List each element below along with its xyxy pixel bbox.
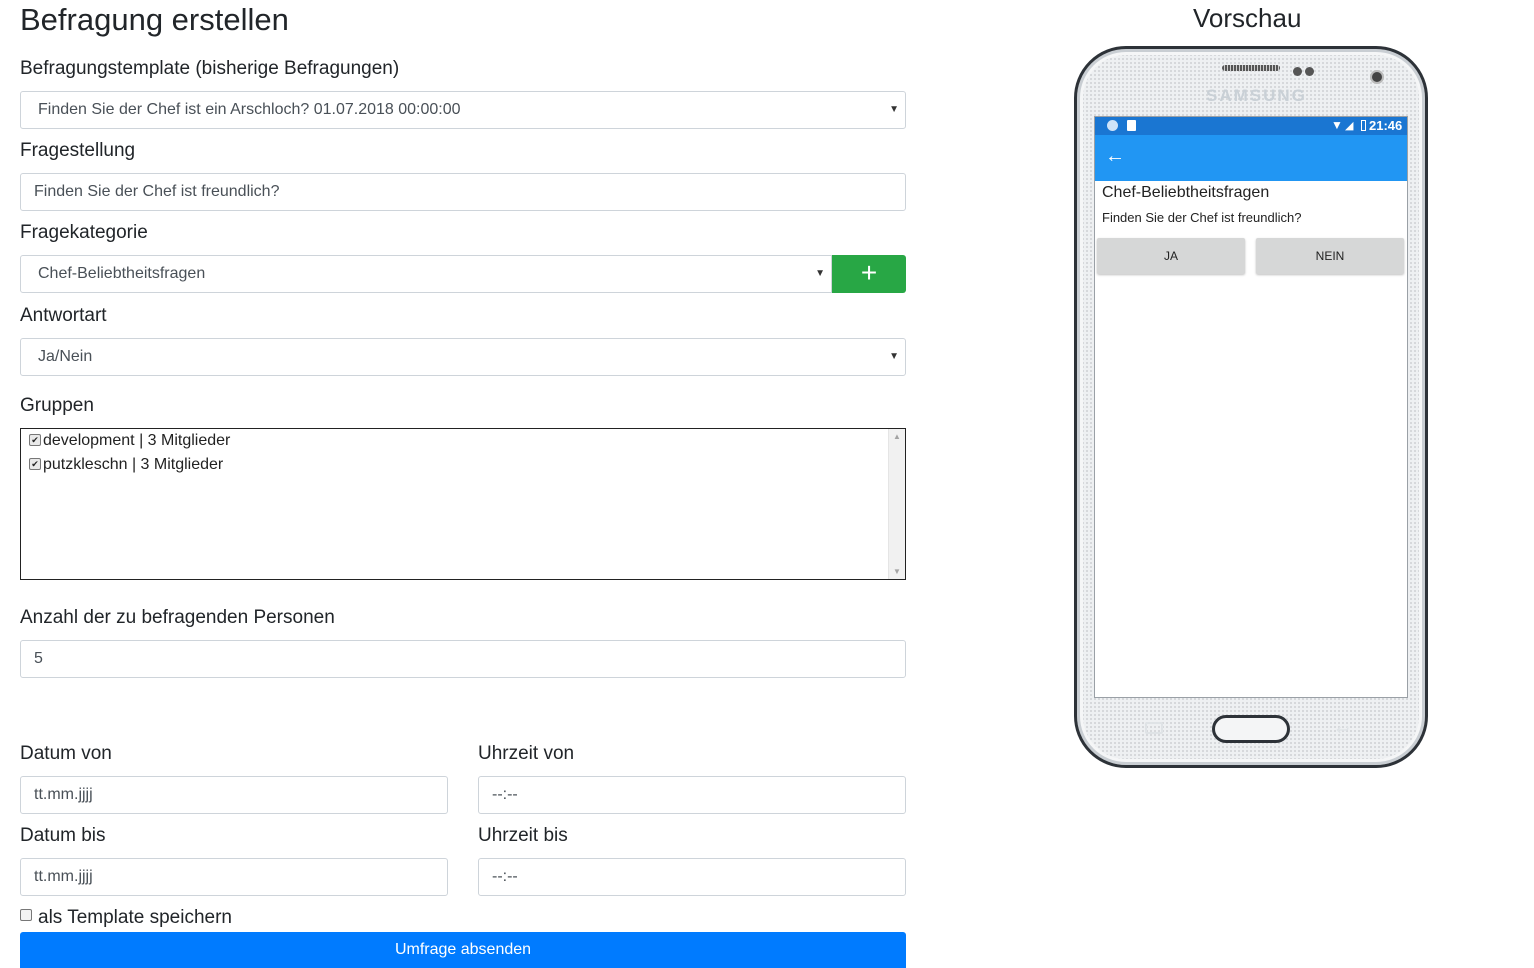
phone-status-bar: ▼ ◢ 21:46: [1095, 117, 1407, 135]
save-template-row[interactable]: als Template speichern: [20, 907, 232, 929]
group-label: development | 3 Mitglieder: [43, 432, 231, 449]
notification-icon: [1107, 120, 1118, 131]
preview-no-button[interactable]: NEIN: [1256, 238, 1404, 274]
add-category-button[interactable]: +: [832, 255, 906, 293]
date-to-label: Datum bis: [20, 825, 106, 846]
chevron-down-icon: ▼: [889, 104, 899, 115]
groups-label: Gruppen: [20, 395, 94, 416]
preview-title: Vorschau: [1193, 3, 1302, 33]
answer-type-select[interactable]: Ja/Nein ▼: [20, 338, 906, 376]
template-label: Befragungstemplate (bisherige Befragunge…: [20, 58, 400, 79]
speaker-icon: [1222, 65, 1280, 71]
time-from-placeholder: --:--: [492, 786, 518, 803]
template-select-value: Finden Sie der Chef ist ein Arschloch? 0…: [38, 101, 461, 118]
list-item[interactable]: ✔ putzkleschn | 3 Mitglieder: [29, 455, 223, 475]
phone-app-bar: ←: [1095, 135, 1407, 181]
time-to-placeholder: --:--: [492, 868, 518, 885]
preview-category: Chef-Beliebtheitsfragen: [1102, 184, 1270, 201]
battery-icon: [1361, 120, 1366, 131]
category-select[interactable]: Chef-Beliebtheitsfragen ▼: [20, 255, 832, 293]
persons-input-value: 5: [34, 650, 43, 667]
wifi-icon: ▼: [1331, 118, 1343, 132]
scrollbar[interactable]: ▲ ▼: [888, 429, 905, 579]
preview-yes-button[interactable]: JA: [1097, 238, 1245, 274]
persons-input[interactable]: 5: [20, 640, 906, 678]
chevron-down-icon: ▼: [815, 268, 825, 279]
sd-card-icon: [1127, 120, 1136, 131]
plus-icon: +: [860, 257, 878, 288]
groups-list[interactable]: ✔ development | 3 Mitglieder ✔ putzkleschn…: [20, 428, 906, 580]
time-to-input[interactable]: --:--: [478, 858, 906, 896]
submit-button[interactable]: Umfrage absenden: [20, 932, 906, 968]
time-to-label: Uhrzeit bis: [478, 825, 568, 846]
date-from-input[interactable]: tt.mm.jjjj: [20, 776, 448, 814]
list-item[interactable]: ✔ development | 3 Mitglieder: [29, 431, 230, 451]
status-time: 21:46: [1369, 118, 1403, 133]
time-from-label: Uhrzeit von: [478, 743, 575, 764]
group-label: putzkleschn | 3 Mitglieder: [43, 456, 224, 473]
question-input-value: Finden Sie der Chef ist freundlich?: [34, 183, 280, 200]
date-to-input[interactable]: tt.mm.jjjj: [20, 858, 448, 896]
answer-type-label: Antwortart: [20, 305, 107, 326]
question-input[interactable]: Finden Sie der Chef ist freundlich?: [20, 173, 906, 211]
category-select-value: Chef-Beliebtheitsfragen: [38, 265, 206, 282]
date-to-placeholder: tt.mm.jjjj: [34, 868, 93, 885]
camera-icon: [1372, 72, 1382, 82]
category-label: Fragekategorie: [20, 222, 148, 243]
back-arrow-icon[interactable]: ←: [1105, 145, 1125, 168]
sensor-icon: [1305, 67, 1314, 76]
scroll-up-icon[interactable]: ▲: [889, 432, 905, 441]
sensor-icon: [1293, 67, 1302, 76]
preview-question: Finden Sie der Chef ist freundlich?: [1102, 210, 1302, 225]
phone-screen: ▼ ◢ 21:46 ← Chef-Beliebtheitsfragen Find…: [1094, 116, 1408, 698]
back-icon[interactable]: ↩: [1336, 720, 1349, 740]
group-checkbox[interactable]: ✔: [29, 458, 41, 470]
brand-logo: SAMSUNG: [1206, 86, 1307, 105]
signal-icon: ◢: [1345, 120, 1354, 132]
save-template-label: als Template speichern: [38, 907, 232, 928]
page-title: Befragung erstellen: [20, 2, 289, 37]
template-select[interactable]: Finden Sie der Chef ist ein Arschloch? 0…: [20, 91, 906, 129]
recent-apps-icon[interactable]: [1145, 722, 1163, 734]
question-label: Fragestellung: [20, 140, 136, 161]
save-template-checkbox[interactable]: [20, 909, 32, 921]
scroll-down-icon[interactable]: ▼: [889, 567, 905, 576]
home-button[interactable]: [1212, 715, 1290, 743]
chevron-down-icon: ▼: [889, 351, 899, 362]
time-from-input[interactable]: --:--: [478, 776, 906, 814]
group-checkbox[interactable]: ✔: [29, 434, 41, 446]
persons-label: Anzahl der zu befragenden Personen: [20, 607, 335, 628]
answer-type-select-value: Ja/Nein: [38, 348, 93, 365]
date-from-label: Datum von: [20, 743, 112, 764]
date-from-placeholder: tt.mm.jjjj: [34, 786, 93, 803]
